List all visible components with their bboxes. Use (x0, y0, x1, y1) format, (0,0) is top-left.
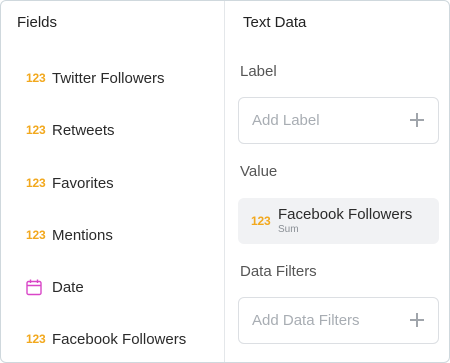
plus-icon[interactable] (410, 313, 424, 327)
data-filters-section-heading: Data Filters (240, 263, 317, 280)
field-item-twitter-followers[interactable]: 123 Twitter Followers (26, 67, 165, 89)
field-label: Facebook Followers (52, 330, 187, 348)
field-label: Date (52, 278, 84, 296)
label-section-heading: Label (240, 63, 277, 80)
numeric-type-icon: 123 (26, 176, 46, 190)
add-data-filters-placeholder: Add Data Filters (252, 312, 360, 329)
field-item-retweets[interactable]: 123 Retweets (26, 119, 115, 141)
text-data-editor: Fields 123 Twitter Followers 123 Retweet… (0, 0, 450, 363)
plus-icon[interactable] (410, 113, 424, 127)
value-field-pill[interactable]: 123 Facebook Followers Sum (238, 198, 439, 244)
field-item-facebook-followers[interactable]: 123 Facebook Followers (26, 328, 186, 350)
field-label: Twitter Followers (52, 69, 165, 87)
field-label: Retweets (52, 121, 115, 139)
numeric-type-icon: 123 (26, 228, 46, 242)
fields-panel-title: Fields (17, 14, 58, 31)
field-item-mentions[interactable]: 123 Mentions (26, 224, 113, 246)
add-label-dropzone[interactable]: Add Label (238, 97, 439, 144)
field-label: Favorites (52, 174, 114, 192)
numeric-type-icon: 123 (251, 214, 271, 228)
calendar-icon (26, 279, 52, 296)
value-aggregation: Sum (278, 224, 299, 235)
numeric-type-icon: 123 (26, 71, 46, 85)
text-data-panel: Text Data Label Add Label Value 123 Face… (226, 1, 449, 362)
numeric-type-icon: 123 (26, 332, 46, 346)
field-label: Mentions (52, 226, 113, 244)
add-data-filters-dropzone[interactable]: Add Data Filters (238, 297, 439, 344)
text-data-panel-title: Text Data (243, 14, 307, 31)
fields-panel: Fields 123 Twitter Followers 123 Retweet… (1, 1, 225, 362)
field-item-date[interactable]: Date (26, 276, 84, 298)
value-field-name: Facebook Followers (278, 206, 413, 223)
add-label-placeholder: Add Label (252, 112, 320, 129)
value-section-heading: Value (240, 163, 278, 180)
field-item-favorites[interactable]: 123 Favorites (26, 172, 114, 194)
numeric-type-icon: 123 (26, 123, 46, 137)
